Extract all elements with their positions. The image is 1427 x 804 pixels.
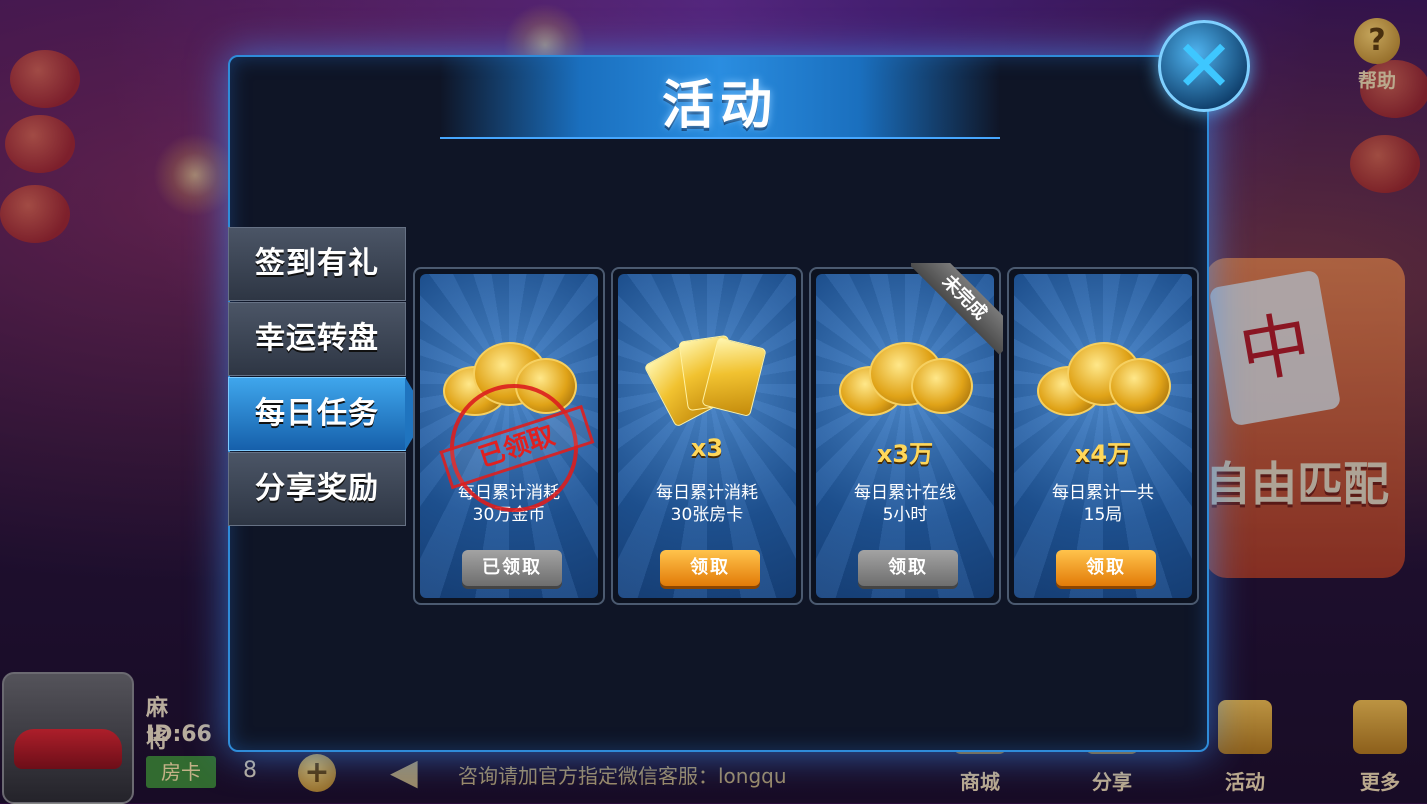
reward-quantity: x4万 [1074,440,1132,468]
tab-share-reward[interactable]: 分享奖励 [228,452,406,526]
task-card: x3 每日累计消耗 30张房卡 领取 [611,267,803,605]
claimed-button[interactable]: 已领取 [462,550,562,586]
incomplete-ribbon: 未完成 [911,263,1003,355]
reward-quantity: x3万 [876,440,934,468]
gold-coins-icon [1037,336,1171,416]
tab-daily-tasks[interactable]: 每日任务 [228,377,427,451]
close-button[interactable]: ✕ [1158,20,1250,112]
task-desc-line2: 15局 [1083,505,1123,525]
card-body: x3 每日累计消耗 30张房卡 领取 [618,274,796,598]
task-desc-line1: 每日累计消耗 [656,483,758,503]
task-card: 每日累计消耗 30万金币 已领取 已领取 [413,267,605,605]
claim-button[interactable]: 领取 [1056,550,1156,586]
room-cards-icon [643,332,767,428]
card-body: 每日累计消耗 30万金币 已领取 已领取 [420,274,598,598]
title-bar: 活动 [440,57,1000,139]
claim-button-disabled[interactable]: 领取 [858,550,958,586]
task-card: x4万 每日累计一共 15局 领取 [1007,267,1199,605]
task-description: 每日累计一共 15局 [1014,482,1192,526]
activity-dialog: 活动 签到有礼 幸运转盘 每日任务 分享奖励 每日累计消耗 30万金币 已领取 … [228,55,1209,752]
task-description: 每日累计消耗 30张房卡 [618,482,796,526]
tab-sign-in[interactable]: 签到有礼 [228,227,406,301]
close-icon: ✕ [1173,24,1235,108]
ribbon-text: 未完成 [911,263,1003,355]
task-desc-line1: 每日累计一共 [1052,483,1154,503]
task-desc-line2: 5小时 [882,505,928,525]
stamp-text: 已领取 [439,404,595,490]
task-desc-line2: 30张房卡 [670,505,744,525]
claim-button[interactable]: 领取 [660,550,760,586]
dialog-title: 活动 [661,76,778,136]
task-description: 每日累计在线 5小时 [816,482,994,526]
task-card: x3万 每日累计在线 5小时 领取 未完成 [809,263,1003,605]
reward-quantity: x3 [690,434,724,462]
task-desc-line1: 每日累计在线 [854,483,956,503]
tab-lucky-wheel[interactable]: 幸运转盘 [228,302,406,376]
card-body: x4万 每日累计一共 15局 领取 [1014,274,1192,598]
